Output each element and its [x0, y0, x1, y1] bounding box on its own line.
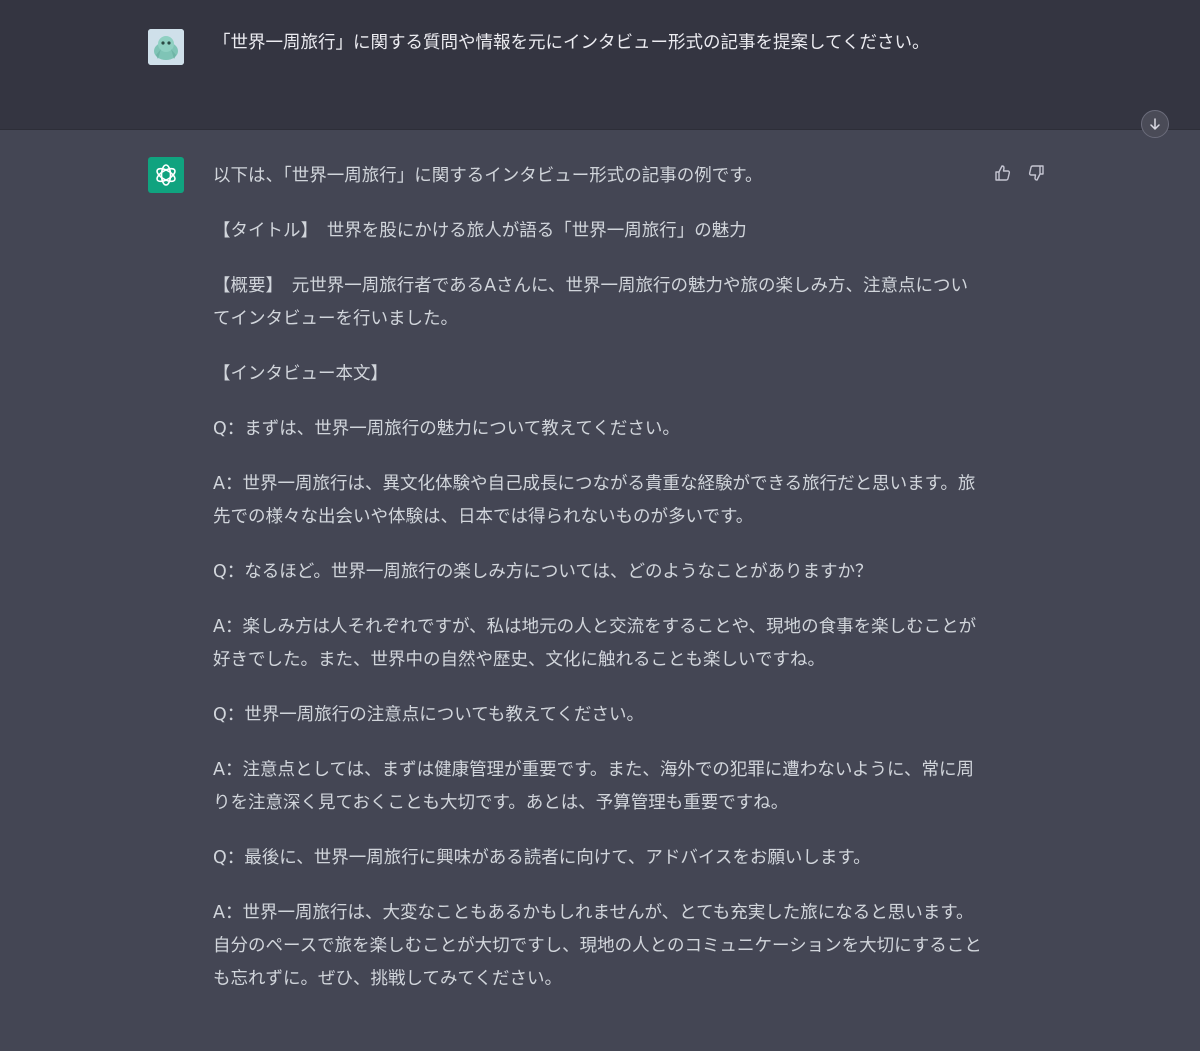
assistant-message-text: 以下は、「世界一周旅行」に関するインタビュー形式の記事の例です。 【タイトル】 … — [213, 160, 983, 1018]
paragraph: A：世界一周旅行は、異文化体験や自己成長につながる貴重な経験ができる旅行だと思い… — [213, 474, 976, 527]
thumbs-down-button[interactable] — [1026, 163, 1046, 183]
paragraph: 以下は、「世界一周旅行」に関するインタビュー形式の記事の例です。 — [213, 166, 763, 186]
paragraph: Q：世界一周旅行の注意点についても教えてください。 — [213, 705, 644, 725]
user-avatar-icon — [148, 29, 184, 65]
paragraph: A：注意点としては、まずは健康管理が重要です。また、海外での犯罪に遭わないように… — [213, 760, 974, 813]
paragraph: Q：なるほど。世界一周旅行の楽しみ方については、どのようなことがありますか？ — [213, 562, 873, 582]
user-message-row: 「世界一周旅行」に関する質問や情報を元にインタビュー形式の記事を提案してください… — [0, 0, 1200, 130]
thumbs-up-icon — [995, 165, 1011, 181]
scroll-to-bottom-button[interactable] — [1141, 110, 1169, 138]
openai-logo-icon — [148, 157, 184, 193]
arrow-down-icon — [1150, 118, 1160, 130]
thumbs-up-button[interactable] — [993, 163, 1013, 183]
paragraph: Q：まずは、世界一周旅行の魅力について教えてください。 — [213, 419, 680, 439]
thumbs-down-icon — [1028, 165, 1044, 181]
assistant-message-row: 以下は、「世界一周旅行」に関するインタビュー形式の記事の例です。 【タイトル】 … — [0, 130, 1200, 1051]
user-message-text: 「世界一周旅行」に関する質問や情報を元にインタビュー形式の記事を提案してください… — [213, 33, 930, 53]
paragraph: A：世界一周旅行は、大変なこともあるかもしれませんが、とても充実した旅になると思… — [213, 903, 982, 989]
paragraph: 【タイトル】 世界を股にかける旅人が語る「世界一周旅行」の魅力 — [213, 221, 747, 241]
paragraph: Q：最後に、世界一周旅行に興味がある読者に向けて、アドバイスをお願いします。 — [213, 848, 871, 868]
paragraph: 【インタビュー本文】 — [213, 364, 388, 384]
paragraph: 【概要】 元世界一周旅行者であるAさんに、世界一周旅行の魅力や旅の楽しみ方、注意… — [213, 276, 969, 329]
paragraph: A：楽しみ方は人それぞれですが、私は地元の人と交流をすることや、現地の食事を楽し… — [213, 617, 977, 670]
